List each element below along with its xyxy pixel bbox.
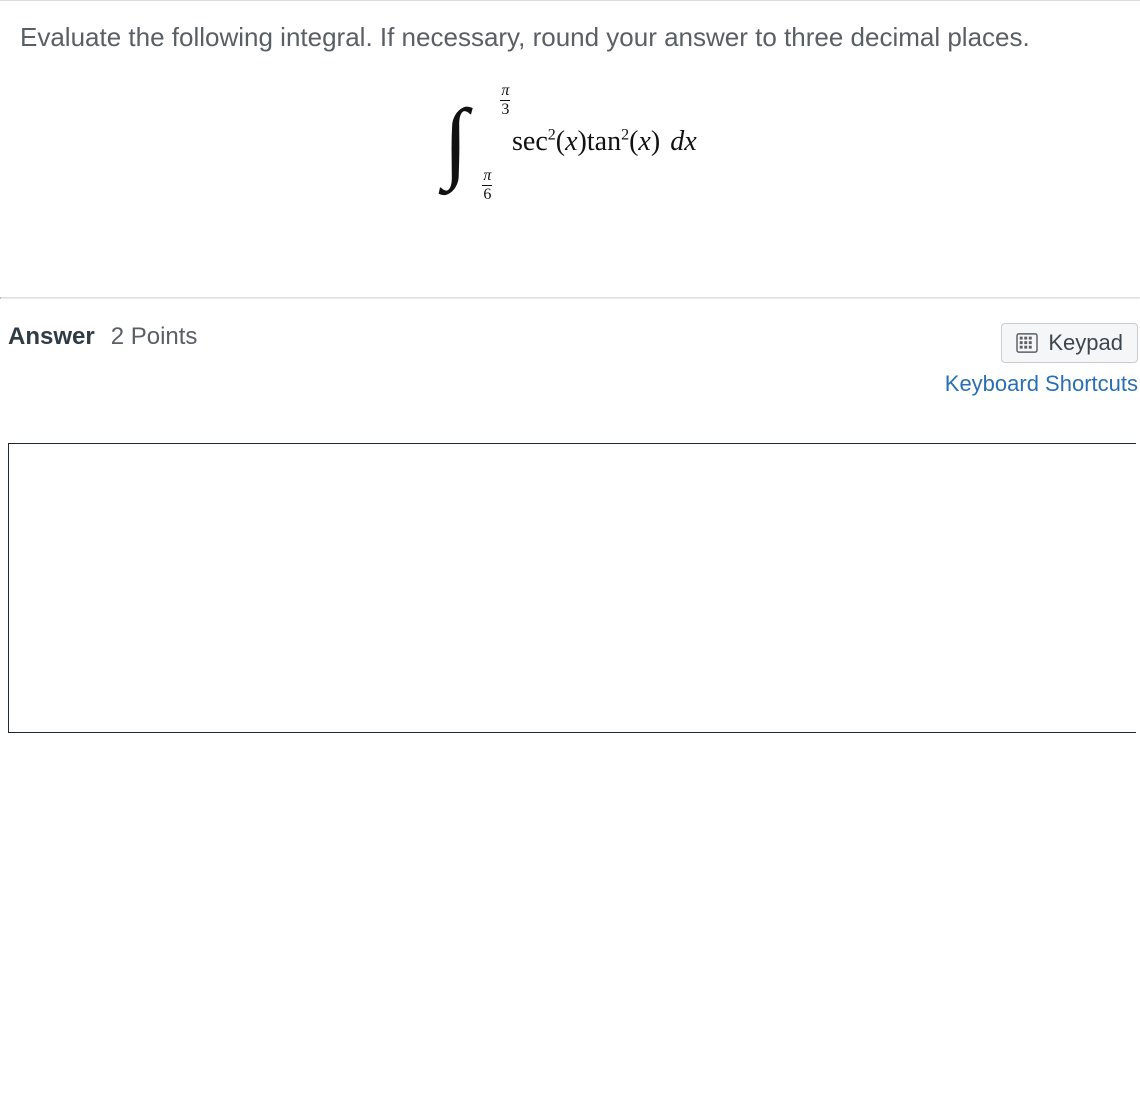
exp-tan: 2 xyxy=(621,126,629,143)
keyboard-shortcuts-link[interactable]: Keyboard Shortcuts xyxy=(945,371,1138,397)
keypad-button-label: Keypad xyxy=(1048,330,1123,356)
upper-limit-den: 3 xyxy=(500,100,510,118)
exp-sec: 2 xyxy=(548,126,556,143)
answer-label: Answer xyxy=(8,323,95,351)
keypad-button[interactable]: Keypad xyxy=(1001,323,1138,363)
dx: dx xyxy=(670,126,696,157)
fn-tan: tan xyxy=(587,126,621,157)
lower-limit-den: 6 xyxy=(482,185,492,203)
integral-expression: ∫ π 3 π 6 sec2(x)tan2(x)dx xyxy=(20,97,1120,217)
integrand: sec2(x)tan2(x)dx xyxy=(512,126,697,158)
var-x-1: x xyxy=(565,126,577,157)
fn-sec: sec xyxy=(512,126,548,157)
lower-limit-num: π xyxy=(482,168,492,185)
question-prompt: Evaluate the following integral. If nece… xyxy=(20,19,1120,57)
integral-symbol: ∫ xyxy=(443,97,468,187)
var-x-2: x xyxy=(638,126,650,157)
answer-input[interactable] xyxy=(8,443,1136,733)
keypad-icon xyxy=(1016,333,1038,353)
upper-limit: π 3 xyxy=(493,83,517,118)
lower-limit: π 6 xyxy=(475,168,499,203)
points-label: 2 Points xyxy=(111,323,198,351)
upper-limit-num: π xyxy=(500,83,510,100)
